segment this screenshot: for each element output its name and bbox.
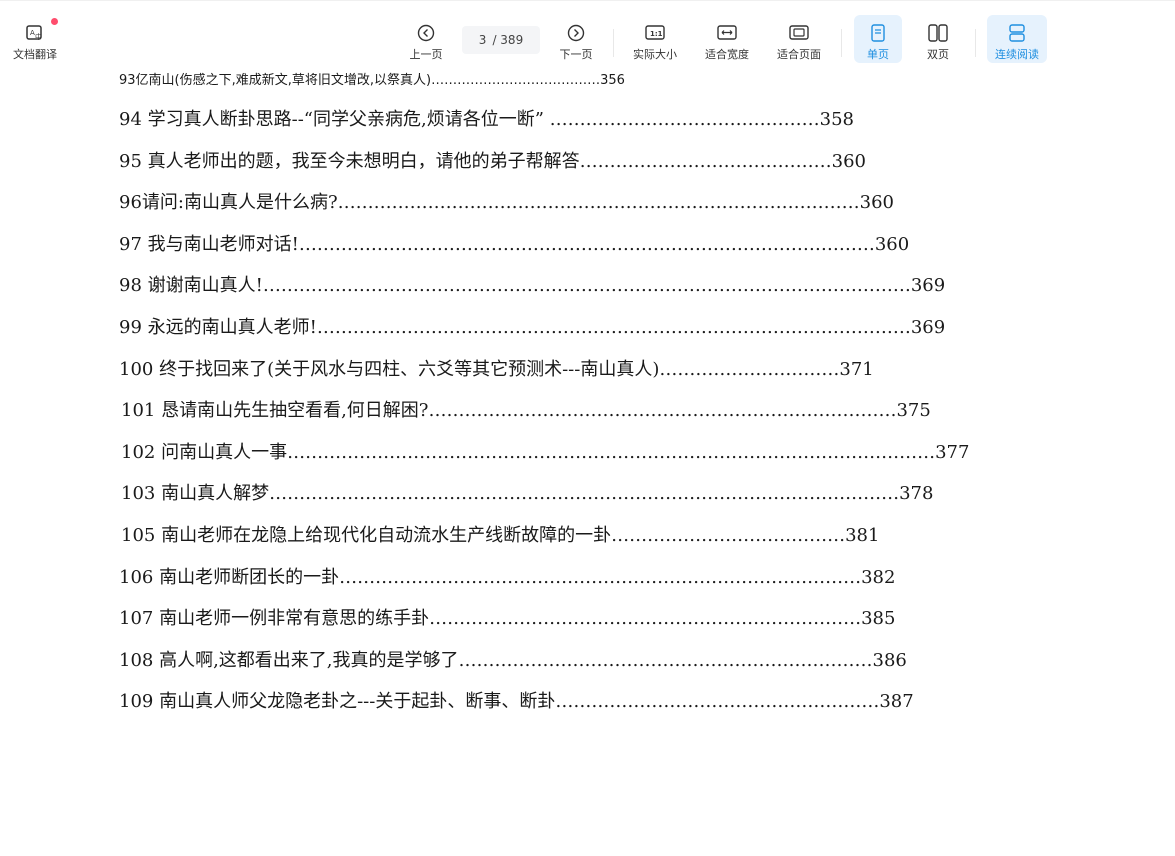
chevron-right-icon	[566, 23, 586, 43]
toc-entry: 96请问:南山真人是什么病?………………………………………………………………………	[119, 192, 894, 213]
reader-toolbar: A中 文档翻译 上一页 3 / 389 下一页 1:1 实际大小 适合宽度 适合…	[0, 0, 1175, 69]
actual-size-icon: 1:1	[645, 23, 665, 43]
notification-dot	[51, 18, 58, 25]
document-page: 93亿南山(伤感之下,难成新文,草将旧文增改,以祭真人)…………………………………	[0, 68, 1175, 856]
continuous-reading-button[interactable]: 连续阅读	[987, 15, 1047, 63]
toc-entry: 98 谢谢南山真人!…………………………………………………………………………………	[119, 275, 946, 296]
fit-page-icon	[789, 23, 809, 43]
double-page-label: 双页	[927, 48, 949, 61]
double-page-button[interactable]: 双页	[914, 15, 962, 63]
toc-entry: 105 南山老师在龙隐上给现代化自动流水生产线断故障的一卦………………………………	[121, 525, 880, 546]
fit-page-label: 适合页面	[777, 48, 821, 61]
translate-label: 文档翻译	[13, 48, 57, 61]
next-page-label: 下一页	[559, 48, 593, 61]
fit-width-icon	[717, 23, 737, 43]
single-page-label: 单页	[867, 48, 889, 61]
toc-entry: 94 学习真人断卦思路--“同学父亲病危,烦请各位一断” ………………………………	[119, 109, 854, 130]
toc-entry: 102 问南山真人一事………………………………………………………………………………	[121, 442, 970, 463]
translate-icon: A中	[25, 23, 45, 43]
total-pages: / 389	[492, 33, 524, 47]
fit-page-button[interactable]: 适合页面	[770, 15, 828, 63]
continuous-reading-icon	[1007, 23, 1027, 43]
continuous-reading-label: 连续阅读	[995, 48, 1039, 61]
divider	[975, 29, 976, 57]
toc-entry: 100 终于找回来了(关于风水与四柱、六爻等其它预测术---南山真人)………………	[119, 359, 874, 380]
svg-text:中: 中	[35, 32, 42, 41]
toc-entry: 108 高人啊,这都看出来了,我真的是学够了…………………………………………………	[119, 650, 907, 671]
page-number-input[interactable]: 3 / 389	[462, 26, 540, 54]
actual-size-button[interactable]: 1:1 实际大小	[626, 15, 684, 63]
fit-width-label: 适合宽度	[705, 48, 749, 61]
actual-size-label: 实际大小	[633, 48, 677, 61]
toc-entry: 95 真人老师出的题，我至今未想明白，请他的弟子帮解答……………………………………	[119, 151, 866, 172]
prev-page-button[interactable]: 上一页	[402, 15, 450, 63]
double-page-icon	[928, 23, 948, 43]
chevron-left-icon	[416, 23, 436, 43]
divider	[841, 29, 842, 57]
prev-page-label: 上一页	[409, 48, 443, 61]
current-page[interactable]: 3	[479, 33, 487, 47]
toc-entry: 101 恳请南山先生抽空看看,何日解困?………………………………………………………	[121, 400, 931, 421]
toc-entry: 97 我与南山老师对话!……………………………………………………………………………	[119, 234, 910, 255]
toc-entry: 93亿南山(伤感之下,难成新文,草将旧文增改,以祭真人)…………………………………	[119, 73, 625, 88]
toc-entry: 109 南山真人师父龙隐老卦之---关于起卦、断事、断卦…………………………………	[119, 691, 914, 712]
toc-entry: 103 南山真人解梦…………………………………………………………………………………	[121, 483, 934, 504]
single-page-icon	[868, 23, 888, 43]
translate-button[interactable]: A中 文档翻译	[8, 15, 62, 63]
next-page-button[interactable]: 下一页	[552, 15, 600, 63]
single-page-button[interactable]: 单页	[854, 15, 902, 63]
toc-entry: 107 南山老师一例非常有意思的练手卦…………………………………………………………	[119, 608, 896, 629]
divider	[613, 29, 614, 57]
svg-text:1:1: 1:1	[650, 30, 663, 38]
fit-width-button[interactable]: 适合宽度	[698, 15, 756, 63]
toc-entry: 106 南山老师断团长的一卦………………………………………………………………………	[119, 567, 896, 588]
toc-entry: 99 永远的南山真人老师!…………………………………………………………………………	[119, 317, 946, 338]
